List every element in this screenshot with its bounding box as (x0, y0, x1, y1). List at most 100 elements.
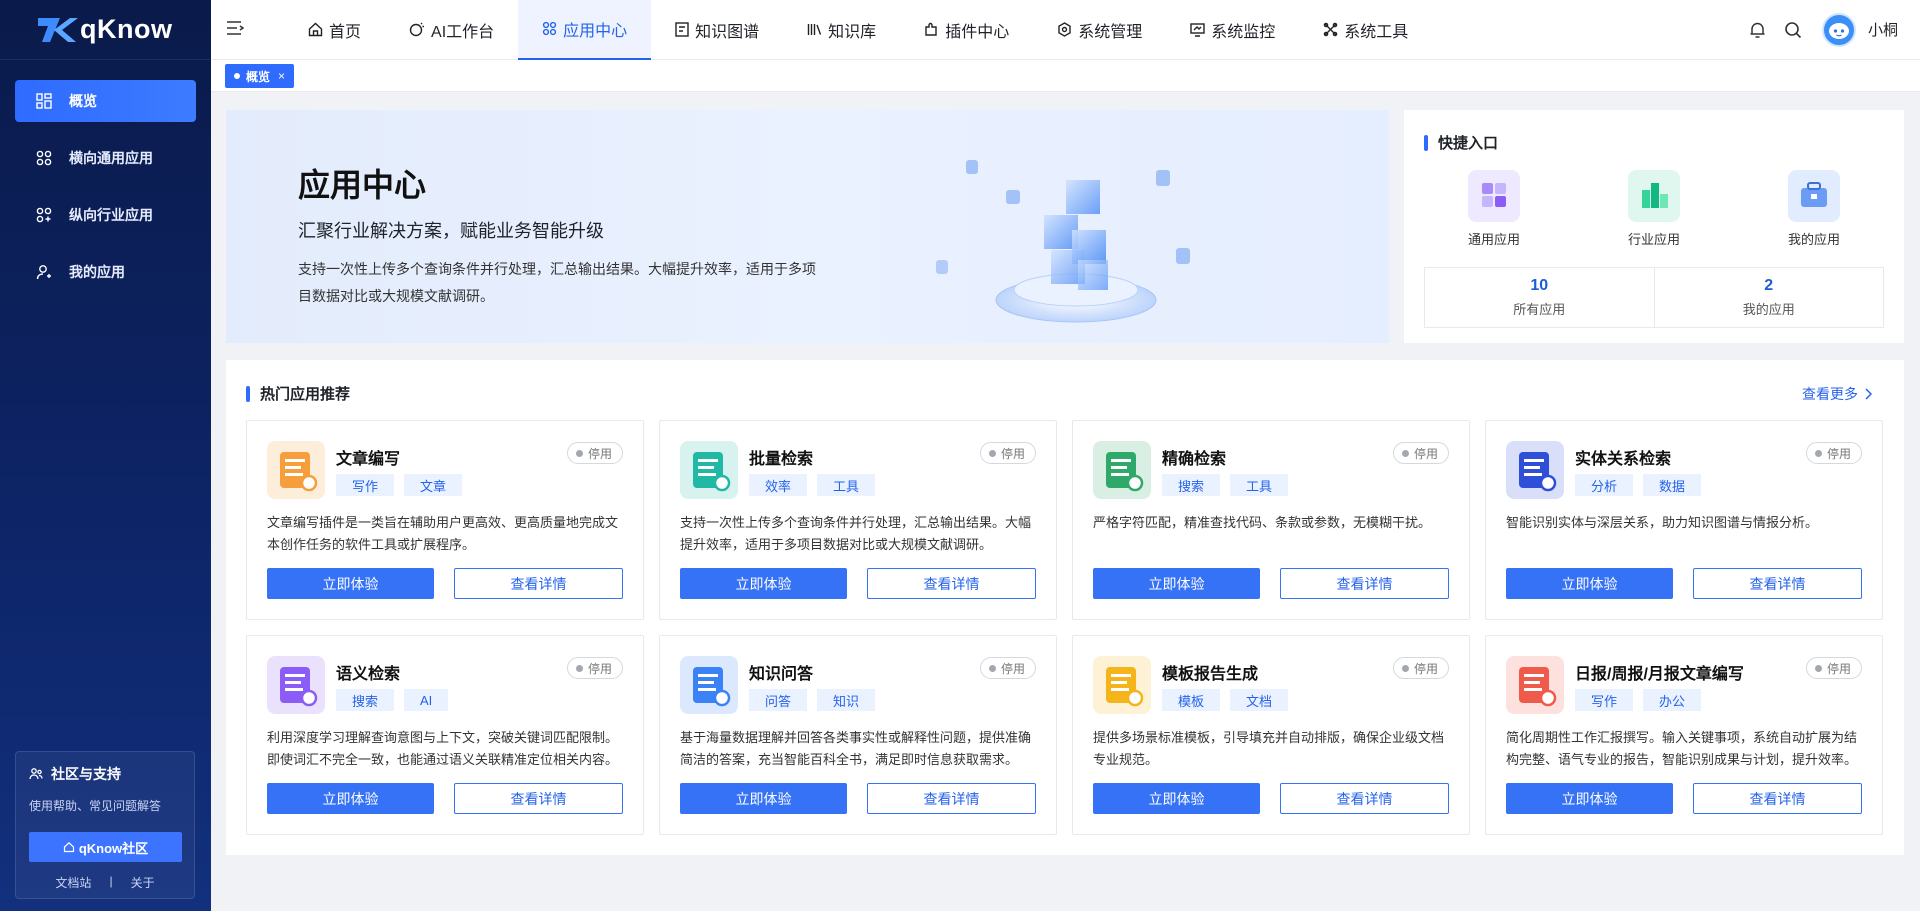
app-card[interactable]: 模板报告生成 停用 模板 文档 提供多场景标准模板，引导填充并自动排版，确保企业级… (1072, 635, 1470, 835)
app-tag[interactable]: 办公 (1643, 689, 1702, 711)
avatar[interactable] (1821, 12, 1856, 47)
view-details-button[interactable]: 查看详情 (454, 783, 623, 814)
app-tag[interactable]: 问答 (749, 689, 808, 711)
view-details-button[interactable]: 查看详情 (1280, 568, 1449, 599)
app-tag[interactable]: 知识 (817, 689, 876, 711)
sidebar-item-label: 纵向行业应用 (69, 207, 153, 223)
view-details-button[interactable]: 查看详情 (1693, 783, 1862, 814)
view-details-button[interactable]: 查看详情 (1280, 783, 1449, 814)
quick-entry-industry-apps[interactable]: 行业应用 (1609, 170, 1699, 248)
app-card[interactable]: 批量检索 停用 效率 工具 支持一次性上传多个查询条件并行处理，汇总输出结果。大幅… (659, 420, 1057, 620)
status-dot (1814, 664, 1822, 672)
home-icon (308, 22, 323, 37)
view-details-button[interactable]: 查看详情 (867, 783, 1036, 814)
app-actions: 立即体验 查看详情 (267, 568, 623, 599)
tab-plugin-center[interactable]: 插件中心 (900, 0, 1033, 60)
app-tag[interactable]: 数据 (1643, 474, 1702, 496)
bell-icon[interactable] (1749, 21, 1766, 39)
about-link[interactable]: 关于 (131, 874, 155, 891)
try-now-button[interactable]: 立即体验 (1506, 568, 1673, 599)
app-description: 文章编写插件是一类旨在辅助用户更高效、更高质量地完成文本创作任务的软件工具或扩展… (267, 515, 619, 552)
view-details-button[interactable]: 查看详情 (867, 568, 1036, 599)
search-icon[interactable] (1784, 21, 1802, 39)
app-tag[interactable]: 工具 (817, 474, 876, 496)
try-now-button[interactable]: 立即体验 (1506, 783, 1673, 814)
grid-icon (35, 206, 53, 224)
tab-knowledge-base[interactable]: 知识库 (783, 0, 900, 60)
status-dot (988, 664, 996, 672)
sidebar-item-label: 我的应用 (69, 264, 125, 280)
community-button[interactable]: qKnow社区 (29, 832, 182, 862)
app-title: 日报/周报/月报文章编写 (1575, 666, 1744, 683)
tab-home[interactable]: 首页 (284, 0, 385, 60)
app-tag[interactable]: AI (404, 689, 449, 711)
tools-icon (1323, 22, 1338, 37)
community-icon (29, 768, 43, 780)
active-dot (234, 73, 240, 79)
title-accent (246, 385, 250, 402)
app-tag[interactable]: 工具 (1230, 474, 1289, 496)
status-badge: 停用 (566, 657, 623, 679)
app-tag[interactable]: 搜索 (1162, 474, 1221, 496)
view-more-link[interactable]: 查看更多 (1802, 384, 1872, 404)
brand-logo[interactable]: qKnow (0, 0, 211, 60)
status-badge: 停用 (1805, 442, 1862, 464)
try-now-button[interactable]: 立即体验 (1093, 783, 1260, 814)
menu-toggle-icon[interactable] (226, 20, 246, 39)
try-now-button[interactable]: 立即体验 (267, 568, 434, 599)
tab-system-tools[interactable]: 系统工具 (1299, 0, 1432, 60)
app-actions: 立即体验 查看详情 (1093, 783, 1449, 814)
robot-qa-icon (680, 656, 738, 714)
stat-my-apps[interactable]: 2 我的应用 (1653, 268, 1884, 327)
app-card[interactable]: 精确检索 停用 搜索 工具 严格字符匹配，精准查找代码、条款或参数，无模糊干扰。 … (1072, 420, 1470, 620)
status-dot (1401, 664, 1409, 672)
try-now-button[interactable]: 立即体验 (680, 783, 847, 814)
app-tag[interactable]: 模板 (1162, 689, 1221, 711)
quick-entry-general-apps[interactable]: 通用应用 (1449, 170, 1539, 248)
sidebar-item-overview[interactable]: 概览 (15, 80, 196, 122)
sidebar-item-my-apps[interactable]: 我的应用 (15, 251, 196, 293)
view-details-button[interactable]: 查看详情 (454, 568, 623, 599)
app-tag[interactable]: 分析 (1575, 474, 1634, 496)
close-icon[interactable]: × (278, 69, 285, 83)
tab-ai-workbench[interactable]: AI工作台 (385, 0, 518, 60)
tab-knowledge-graph[interactable]: 知识图谱 (651, 0, 783, 60)
support-title: 社区与支持 (29, 764, 181, 784)
quick-entry-my-apps[interactable]: 我的应用 (1769, 170, 1859, 248)
app-card[interactable]: 知识问答 停用 问答 知识 基于海量数据理解并回答各类事实性或解释性问题，提供准确… (659, 635, 1057, 835)
sidebar-item-horizontal-apps[interactable]: 横向通用应用 (15, 137, 196, 179)
support-description: 使用帮助、常见问题解答 (29, 799, 162, 813)
app-actions: 立即体验 查看详情 (1506, 783, 1862, 814)
app-tag[interactable]: 文章 (404, 474, 463, 496)
status-badge: 停用 (979, 442, 1036, 464)
sidebar-item-vertical-apps[interactable]: 纵向行业应用 (15, 194, 196, 236)
docs-link[interactable]: 文档站 (55, 874, 91, 891)
app-tag[interactable]: 搜索 (336, 689, 395, 711)
try-now-button[interactable]: 立即体验 (1093, 568, 1260, 599)
app-tag[interactable]: 写作 (1575, 689, 1634, 711)
app-card[interactable]: 日报/周报/月报文章编写 停用 写作 办公 简化周期性工作汇报撰写。输入关键事项，… (1485, 635, 1883, 835)
app-tag[interactable]: 效率 (749, 474, 808, 496)
app-tag[interactable]: 文档 (1230, 689, 1289, 711)
tab-system-monitor[interactable]: 系统监控 (1166, 0, 1299, 60)
tab-system-management[interactable]: 系统管理 (1033, 0, 1166, 60)
try-now-button[interactable]: 立即体验 (680, 568, 847, 599)
app-actions: 立即体验 查看详情 (680, 783, 1036, 814)
app-card[interactable]: 文章编写 停用 写作 文章 文章编写插件是一类旨在辅助用户更高效、更高质量地完成文… (246, 420, 644, 620)
status-dot (575, 664, 583, 672)
try-now-button[interactable]: 立即体验 (267, 783, 434, 814)
graph-icon (675, 22, 689, 37)
stat-all-apps[interactable]: 10 所有应用 (1425, 268, 1654, 327)
quick-entry-list: 通用应用 行业应用 我的应用 (1424, 170, 1884, 248)
page-tag-overview[interactable]: 概览 × (225, 64, 295, 88)
grid-icon (35, 149, 53, 167)
view-details-button[interactable]: 查看详情 (1693, 568, 1862, 599)
app-tag[interactable]: 写作 (336, 474, 395, 496)
app-card[interactable]: 语义检索 停用 搜索 AI 利用深度学习理解查询意图与上下文，突破关键词匹配限制。… (246, 635, 644, 835)
app-tags: 问答 知识 (749, 689, 876, 711)
username[interactable]: 小桐 (1868, 19, 1898, 40)
ai-icon (409, 22, 425, 37)
tab-app-center[interactable]: 应用中心 (518, 0, 652, 60)
sidebar-nav: 概览 横向通用应用 纵向行业应用 我的应用 (0, 60, 211, 293)
app-card[interactable]: 实体关系检索 停用 分析 数据 智能识别实体与深层关系，助力知识图谱与情报分析。 … (1485, 420, 1883, 620)
